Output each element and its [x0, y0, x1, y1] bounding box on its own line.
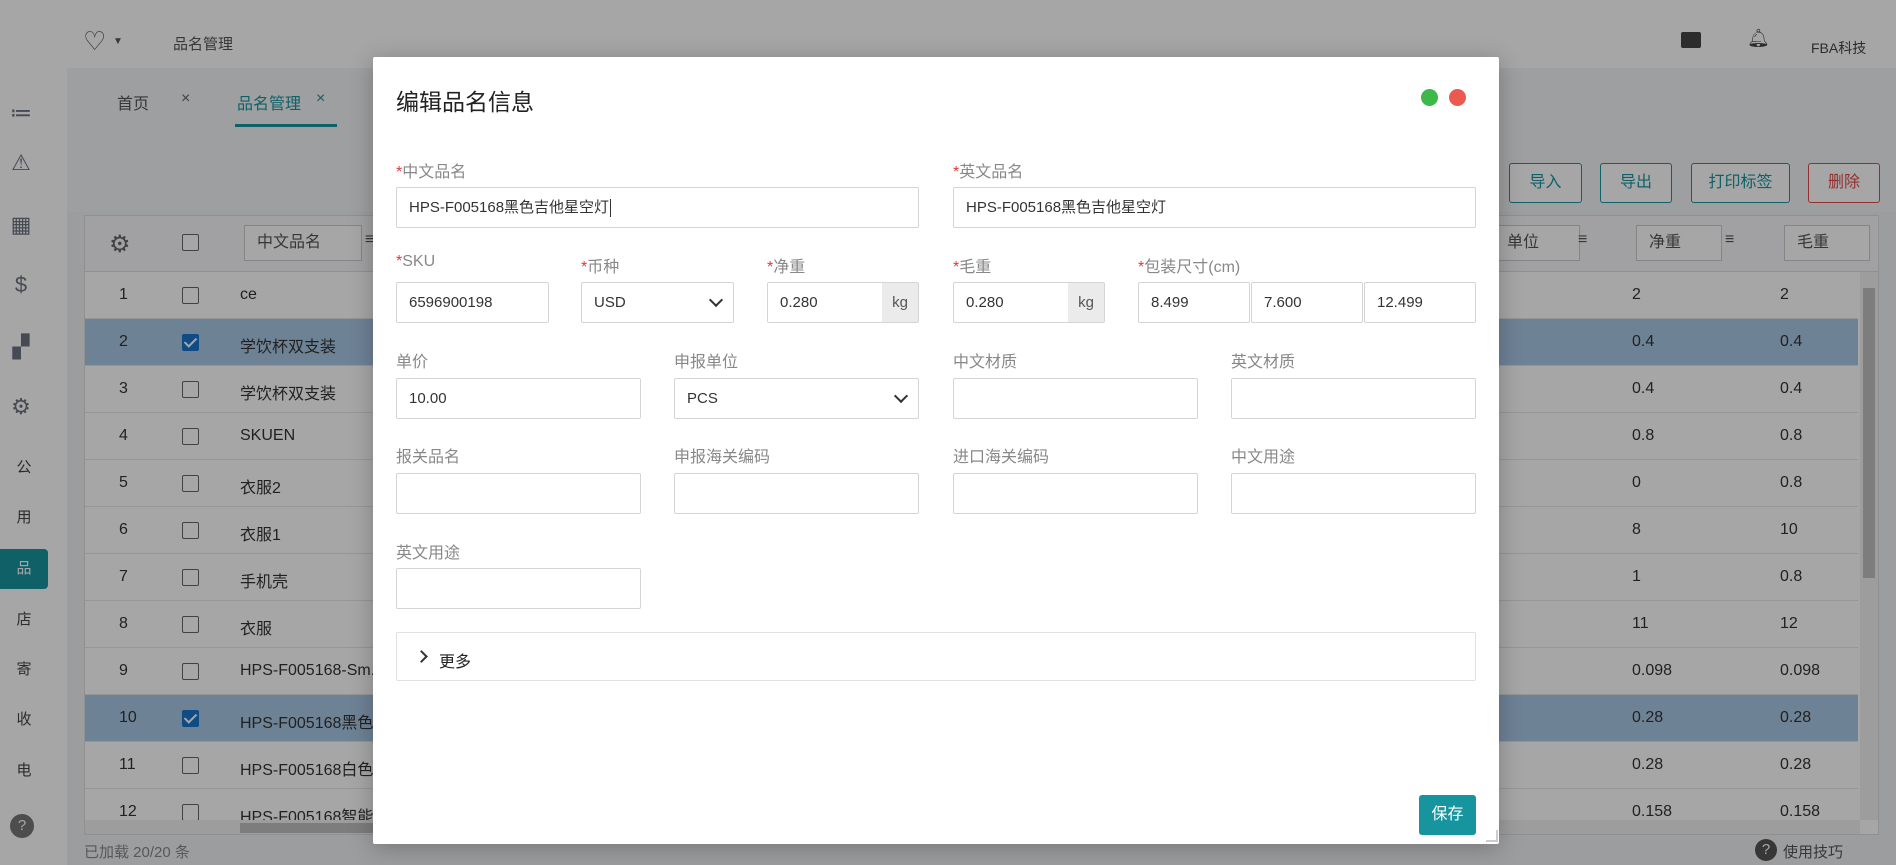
- gross-weight-label: *毛重: [953, 259, 992, 276]
- save-button[interactable]: 保存: [1419, 795, 1476, 835]
- en-usage-label: 英文用途: [396, 545, 461, 562]
- close-dot-icon[interactable]: [1449, 89, 1466, 106]
- sku-label: *SKU: [396, 253, 436, 270]
- en-material-input[interactable]: [1231, 378, 1476, 419]
- gross-weight-unit: kg: [1068, 282, 1105, 323]
- customs-name-input[interactable]: [396, 473, 641, 514]
- package-width-input[interactable]: 7.600: [1251, 282, 1363, 323]
- net-weight-label: *净重: [767, 259, 806, 276]
- chevron-down-icon: [708, 292, 724, 308]
- maximize-dot-icon[interactable]: [1421, 89, 1438, 106]
- resize-handle-icon[interactable]: [1486, 830, 1498, 842]
- cn-name-label: *中文品名: [396, 164, 467, 181]
- edit-product-dialog: 编辑品名信息 *中文品名 HPS-F005168黑色吉他星空灯 *英文品名 HP…: [373, 57, 1499, 844]
- customs-name-label: 报关品名: [396, 449, 461, 466]
- en-name-input[interactable]: HPS-F005168黑色吉他星空灯: [953, 187, 1476, 228]
- en-usage-input[interactable]: [396, 568, 641, 609]
- currency-select[interactable]: USD: [581, 282, 734, 323]
- cn-usage-label: 中文用途: [1231, 449, 1296, 466]
- import-hs-code-label: 进口海关编码: [953, 449, 1050, 466]
- cn-name-input[interactable]: HPS-F005168黑色吉他星空灯: [396, 187, 919, 228]
- en-material-label: 英文材质: [1231, 354, 1296, 371]
- currency-label: *币种: [581, 259, 620, 276]
- chevron-down-icon: [893, 388, 909, 404]
- net-weight-unit: kg: [882, 282, 919, 323]
- package-length-input[interactable]: 8.499: [1138, 282, 1250, 323]
- net-weight-input[interactable]: 0.280: [767, 282, 883, 323]
- declare-hs-code-label: 申报海关编码: [674, 449, 771, 466]
- en-name-label: *英文品名: [953, 164, 1024, 181]
- package-height-input[interactable]: 12.499: [1364, 282, 1476, 323]
- package-size-label: *包装尺寸(cm): [1138, 259, 1241, 276]
- import-hs-code-input[interactable]: [953, 473, 1198, 514]
- cn-material-input[interactable]: [953, 378, 1198, 419]
- declare-unit-select[interactable]: PCS: [674, 378, 919, 419]
- sku-input[interactable]: 6596900198: [396, 282, 549, 323]
- declare-unit-label: 申报单位: [674, 354, 739, 371]
- chevron-right-icon: [415, 650, 428, 663]
- cn-material-label: 中文材质: [953, 354, 1018, 371]
- unit-price-input[interactable]: 10.00: [396, 378, 641, 419]
- unit-price-label: 单价: [396, 354, 429, 371]
- more-label: 更多: [439, 654, 472, 671]
- gross-weight-input[interactable]: 0.280: [953, 282, 1069, 323]
- declare-hs-code-input[interactable]: [674, 473, 919, 514]
- dialog-title: 编辑品名信息: [396, 89, 534, 115]
- more-section-toggle[interactable]: 更多: [396, 632, 1476, 681]
- cn-usage-input[interactable]: [1231, 473, 1476, 514]
